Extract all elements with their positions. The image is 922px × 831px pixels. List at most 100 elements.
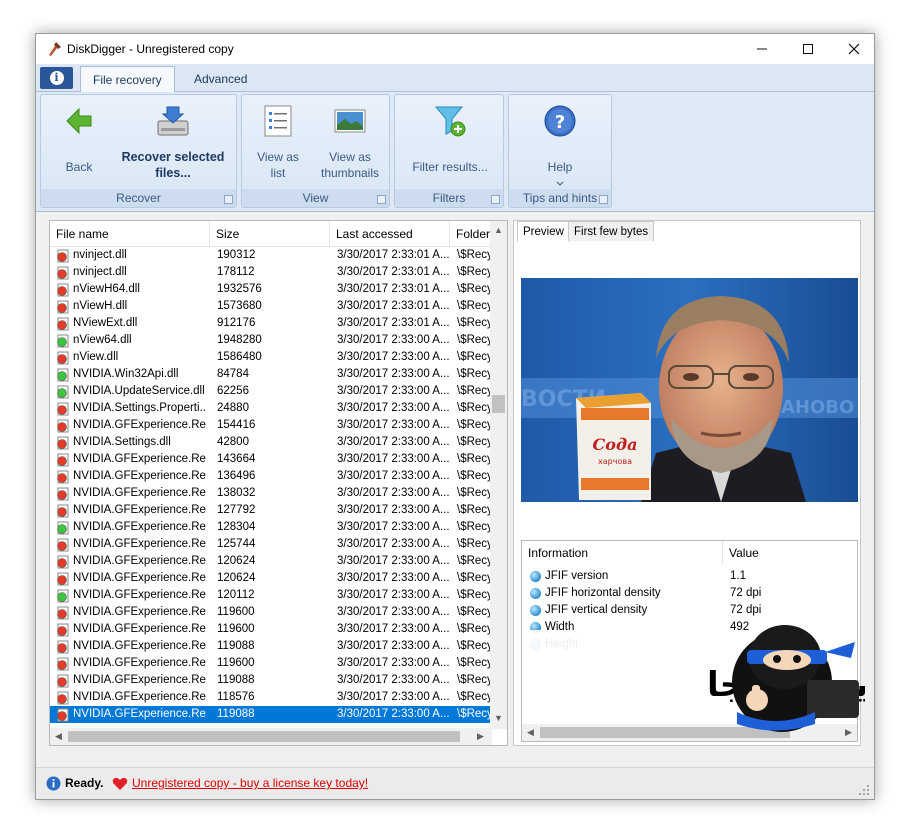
file-size-cell: 119088	[217, 640, 255, 652]
recover-selected-button[interactable]: Recover selected files...	[117, 103, 229, 181]
file-date-cell: 3/30/2017 2:33:00 A...	[337, 555, 449, 567]
resize-grip-icon[interactable]	[858, 784, 870, 796]
file-status-icon	[57, 606, 69, 620]
file-size-cell: 190312	[217, 249, 256, 261]
file-row[interactable]: NVIDIA.UpdateService.dll 62256 3/30/2017 2…	[50, 383, 490, 400]
file-size-cell: 120624	[217, 572, 256, 584]
file-size-cell: 154416	[217, 419, 256, 431]
preview-photo: ВОСТИ АНОВО Сода харчова	[521, 278, 858, 502]
file-date-cell: 3/30/2017 2:33:00 A...	[337, 436, 449, 448]
hscrollbar-thumb[interactable]	[68, 731, 460, 742]
tab-first-few-bytes[interactable]: First few bytes	[568, 221, 655, 241]
column-header-folder[interactable]: Folder	[450, 221, 490, 247]
scroll-up-icon[interactable]: ▲	[490, 225, 507, 235]
file-row[interactable]: NVIDIA.GFExperience.Re... 119088 3/30/2017…	[50, 638, 490, 655]
file-status-icon	[57, 266, 69, 280]
ribbon-tab-strip: i File recovery Advanced	[36, 64, 874, 93]
file-list-vertical-scrollbar[interactable]: ▲ ▼	[490, 221, 507, 729]
filter-results-button[interactable]: Filter results...	[403, 103, 497, 175]
view-as-list-label: View as list	[257, 150, 299, 180]
recover-drive-icon	[157, 106, 189, 136]
file-row[interactable]: NVIDIA.Win32Api.dll 84784 3/30/2017 2:33:0…	[50, 366, 490, 383]
file-size-cell: 119600	[217, 623, 255, 635]
maximize-button[interactable]	[785, 34, 831, 64]
file-name-cell: nViewH64.dll	[73, 283, 140, 295]
file-size-cell: 24880	[217, 402, 249, 414]
title-bar: DiskDigger - Unregistered copy	[36, 34, 874, 64]
file-row[interactable]: nvinject.dll 178112 3/30/2017 2:33:01 A...…	[50, 264, 490, 281]
file-list-pane[interactable]: File name Size Last accessed Folder nvin…	[49, 220, 508, 746]
file-name-cell: NVIDIA.GFExperience.Re...	[73, 453, 207, 465]
info-header-value[interactable]: Value	[723, 541, 853, 565]
file-name-cell: NVIDIA.GFExperience.Re...	[73, 504, 207, 516]
file-row[interactable]: NVIDIA.GFExperience.Re... 136496 3/30/2017…	[50, 468, 490, 485]
tab-advanced[interactable]: Advanced	[182, 66, 259, 92]
file-row[interactable]: nViewH64.dll 1932576 3/30/2017 2:33:01 A..…	[50, 281, 490, 298]
file-name-cell: NVIDIA.Settings.Properti...	[73, 402, 207, 414]
file-folder-cell: \$Recy	[457, 283, 490, 295]
file-row[interactable]: NVIDIA.GFExperience.Re... 120624 3/30/2017…	[50, 570, 490, 587]
list-view-icon	[264, 105, 292, 137]
file-name-cell: NVIDIA.GFExperience.Re...	[73, 572, 207, 584]
file-row[interactable]: nView.dll 1586480 3/30/2017 2:33:00 A... \$…	[50, 349, 490, 366]
file-name-cell: NVIDIA.Settings.dll	[73, 436, 171, 448]
file-row[interactable]: NVIDIA.GFExperience.Re... 119088 3/30/2017…	[50, 706, 490, 723]
file-status-icon	[57, 555, 69, 569]
file-row[interactable]: nvinject.dll 190312 3/30/2017 2:33:01 A...…	[50, 247, 490, 264]
view-group-launcher[interactable]	[377, 195, 386, 204]
file-row[interactable]: NVIDIA.GFExperience.Re... 119088 3/30/2017…	[50, 672, 490, 689]
file-date-cell: 3/30/2017 2:33:01 A...	[337, 283, 449, 295]
file-row[interactable]: nView64.dll 1948280 3/30/2017 2:33:00 A...…	[50, 332, 490, 349]
buy-license-link[interactable]: Unregistered copy - buy a license key to…	[132, 776, 368, 790]
file-row[interactable]: NVIDIA.GFExperience.Re... 119600 3/30/2017…	[50, 655, 490, 672]
tab-preview[interactable]: Preview	[517, 221, 570, 242]
scroll-right-icon[interactable]: ▶	[472, 731, 489, 742]
scroll-left-icon[interactable]: ◀	[50, 731, 67, 742]
info-row[interactable]: JFIF horizontal density 72 dpi	[522, 585, 842, 602]
scrollbar-thumb[interactable]	[492, 395, 505, 413]
scroll-down-icon[interactable]: ▼	[490, 713, 507, 723]
back-button[interactable]: Back	[55, 103, 103, 175]
file-row[interactable]: nViewH.dll 1573680 3/30/2017 2:33:01 A... \…	[50, 298, 490, 315]
file-row[interactable]: NVIDIA.GFExperience.Re... 125744 3/30/2017…	[50, 536, 490, 553]
file-name-cell: NVIDIA.GFExperience.Re...	[73, 640, 207, 652]
file-row[interactable]: NVIDIA.GFExperience.Re... 120112 3/30/2017…	[50, 587, 490, 604]
info-header-information[interactable]: Information	[522, 541, 723, 565]
file-row[interactable]: NVIDIA.GFExperience.Re... 128304 3/30/2017…	[50, 519, 490, 536]
file-row[interactable]: NVIDIA.GFExperience.Re... 119600 3/30/2017…	[50, 604, 490, 621]
column-header-size[interactable]: Size	[210, 221, 330, 247]
recover-group-launcher[interactable]	[224, 195, 233, 204]
file-row[interactable]: NVIDIA.Settings.dll 42800 3/30/2017 2:33:0…	[50, 434, 490, 451]
close-button[interactable]	[831, 34, 877, 64]
filters-group-launcher[interactable]	[491, 195, 500, 204]
file-list-horizontal-scrollbar[interactable]: ◀ ▶	[50, 728, 492, 745]
file-row[interactable]: NViewExt.dll 912176 3/30/2017 2:33:01 A...…	[50, 315, 490, 332]
column-header-last-accessed[interactable]: Last accessed	[330, 221, 450, 247]
view-as-thumbnails-button[interactable]: View as thumbnails	[314, 103, 386, 181]
file-date-cell: 3/30/2017 2:33:00 A...	[337, 385, 449, 397]
file-status-icon	[57, 317, 69, 331]
file-folder-cell: \$Recy	[457, 419, 490, 431]
file-folder-cell: \$Recy	[457, 691, 490, 703]
help-button[interactable]: ? Help	[531, 103, 589, 191]
file-row[interactable]: NVIDIA.GFExperience.Re... 143664 3/30/2017…	[50, 451, 490, 468]
minimize-button[interactable]	[739, 34, 785, 64]
file-row[interactable]: NVIDIA.GFExperience.Re... 118576 3/30/2017…	[50, 689, 490, 706]
app-menu-button[interactable]: i	[40, 67, 73, 89]
file-folder-cell: \$Recy	[457, 300, 490, 312]
file-name-cell: NVIDIA.GFExperience.Re...	[73, 555, 207, 567]
file-row[interactable]: NVIDIA.GFExperience.Re... 127792 3/30/2017…	[50, 502, 490, 519]
column-header-file-name[interactable]: File name	[50, 221, 210, 247]
file-row[interactable]: NVIDIA.GFExperience.Re... 119600 3/30/2017…	[50, 621, 490, 638]
file-row[interactable]: NVIDIA.Settings.Properti... 24880 3/30/201…	[50, 400, 490, 417]
file-row[interactable]: NVIDIA.GFExperience.Re... 120624 3/30/2017…	[50, 553, 490, 570]
info-row[interactable]: JFIF version 1.1	[522, 568, 842, 585]
file-row[interactable]: NVIDIA.GFExperience.Re... 154416 3/30/2017…	[50, 417, 490, 434]
package-label: Сода	[593, 435, 638, 454]
file-size-cell: 119088	[217, 674, 255, 686]
help-label: Help	[547, 160, 573, 174]
tips-group-launcher[interactable]	[599, 195, 608, 204]
view-as-list-button[interactable]: View as list	[252, 103, 304, 181]
tab-file-recovery[interactable]: File recovery	[80, 66, 175, 93]
file-row[interactable]: NVIDIA.GFExperience.Re... 138032 3/30/2017…	[50, 485, 490, 502]
